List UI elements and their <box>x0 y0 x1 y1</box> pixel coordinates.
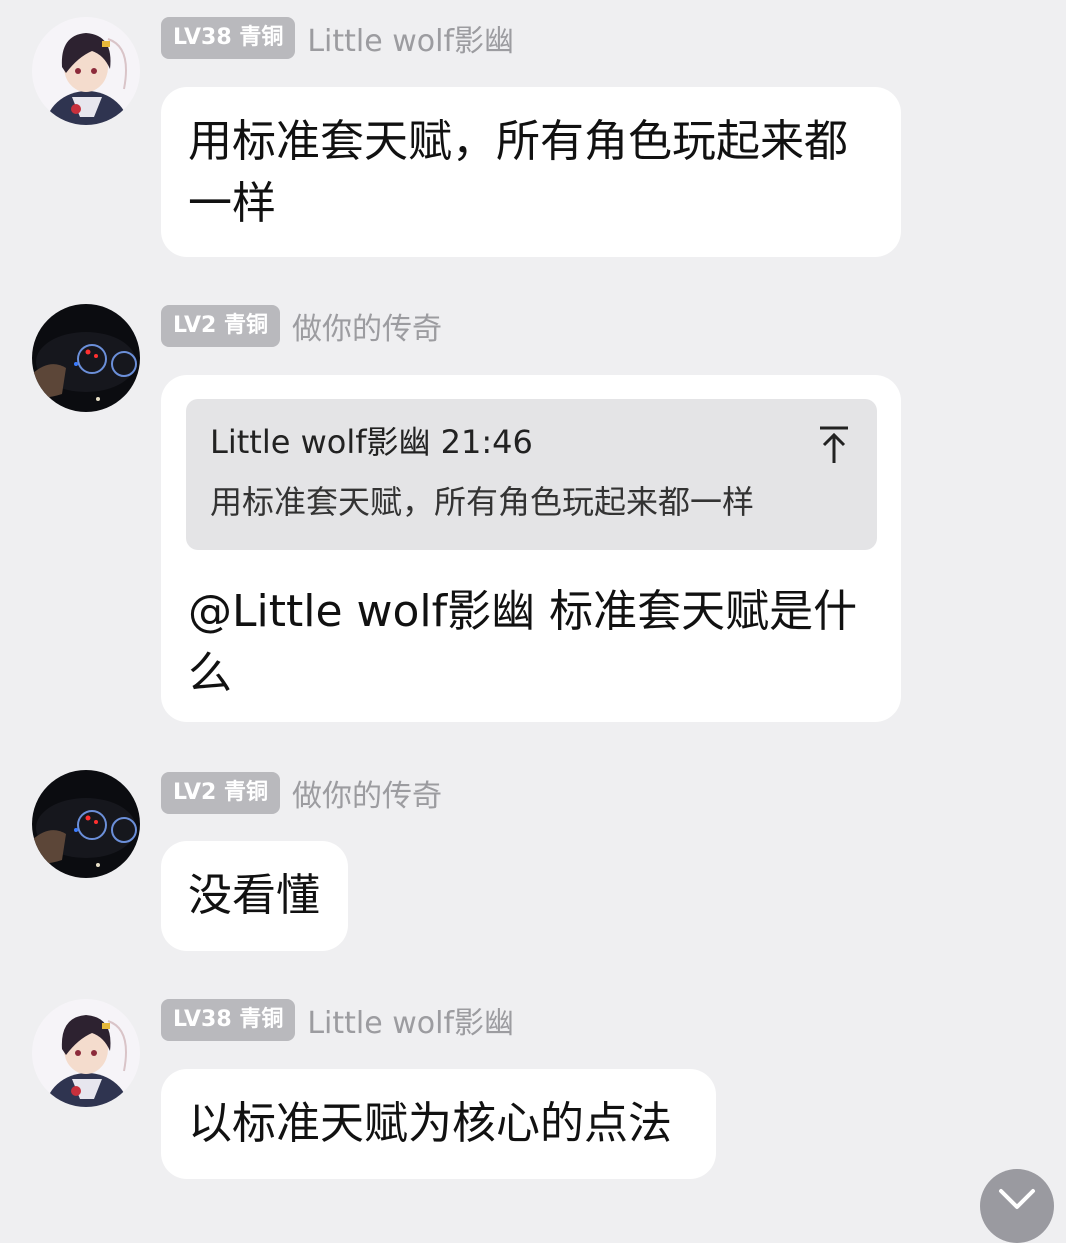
sender-name[interactable]: Little wolf影幽 <box>307 998 514 1042</box>
quote-author: Little wolf影幽 <box>210 423 431 461</box>
level-badge: LV2 青铜 <box>161 305 281 347</box>
quoted-message[interactable]: Little wolf影幽 21:46 用标准套天赋，所有角色玩起来都一样 <box>186 399 877 550</box>
avatar-anime-girl[interactable] <box>32 17 140 125</box>
message-text: @Little wolf影幽 标准套天赋是什么 <box>188 586 858 699</box>
arrow-to-top-icon[interactable] <box>817 425 851 465</box>
sender-meta: LV38 青铜 Little wolf影幽 <box>161 999 514 1041</box>
message-bubble[interactable]: Little wolf影幽 21:46 用标准套天赋，所有角色玩起来都一样 @L… <box>161 375 901 722</box>
quote-text: 用标准套天赋，所有角色玩起来都一样 <box>210 483 755 521</box>
message-bubble[interactable]: 用标准套天赋，所有角色玩起来都一样 <box>161 87 901 257</box>
message-text: 以标准天赋为核心的点法 <box>188 1098 672 1149</box>
quote-time: 21:46 <box>440 423 533 461</box>
scroll-to-bottom-button[interactable] <box>980 1169 1054 1243</box>
message-bubble[interactable]: 以标准天赋为核心的点法 <box>161 1069 716 1179</box>
message-text: 没看懂 <box>188 870 320 921</box>
avatar-car-dashboard[interactable] <box>32 304 140 412</box>
avatar-anime-girl[interactable] <box>32 999 140 1107</box>
message-bubble[interactable]: 没看懂 <box>161 841 348 951</box>
sender-name[interactable]: 做你的传奇 <box>292 771 442 815</box>
sender-meta: LV2 青铜 做你的传奇 <box>161 772 442 814</box>
chevron-down-icon <box>999 1189 1035 1209</box>
sender-meta: LV38 青铜 Little wolf影幽 <box>161 17 514 59</box>
sender-name[interactable]: 做你的传奇 <box>292 304 442 348</box>
level-badge: LV38 青铜 <box>161 999 296 1041</box>
level-badge: LV2 青铜 <box>161 772 281 814</box>
sender-name[interactable]: Little wolf影幽 <box>307 16 514 60</box>
message-text: 用标准套天赋，所有角色玩起来都一样 <box>188 116 848 229</box>
avatar-car-dashboard[interactable] <box>32 770 140 878</box>
level-badge: LV38 青铜 <box>161 17 296 59</box>
mention-link[interactable]: @Little wolf影幽 <box>188 586 535 637</box>
sender-meta: LV2 青铜 做你的传奇 <box>161 305 442 347</box>
quote-header: Little wolf影幽 21:46 <box>210 421 853 463</box>
